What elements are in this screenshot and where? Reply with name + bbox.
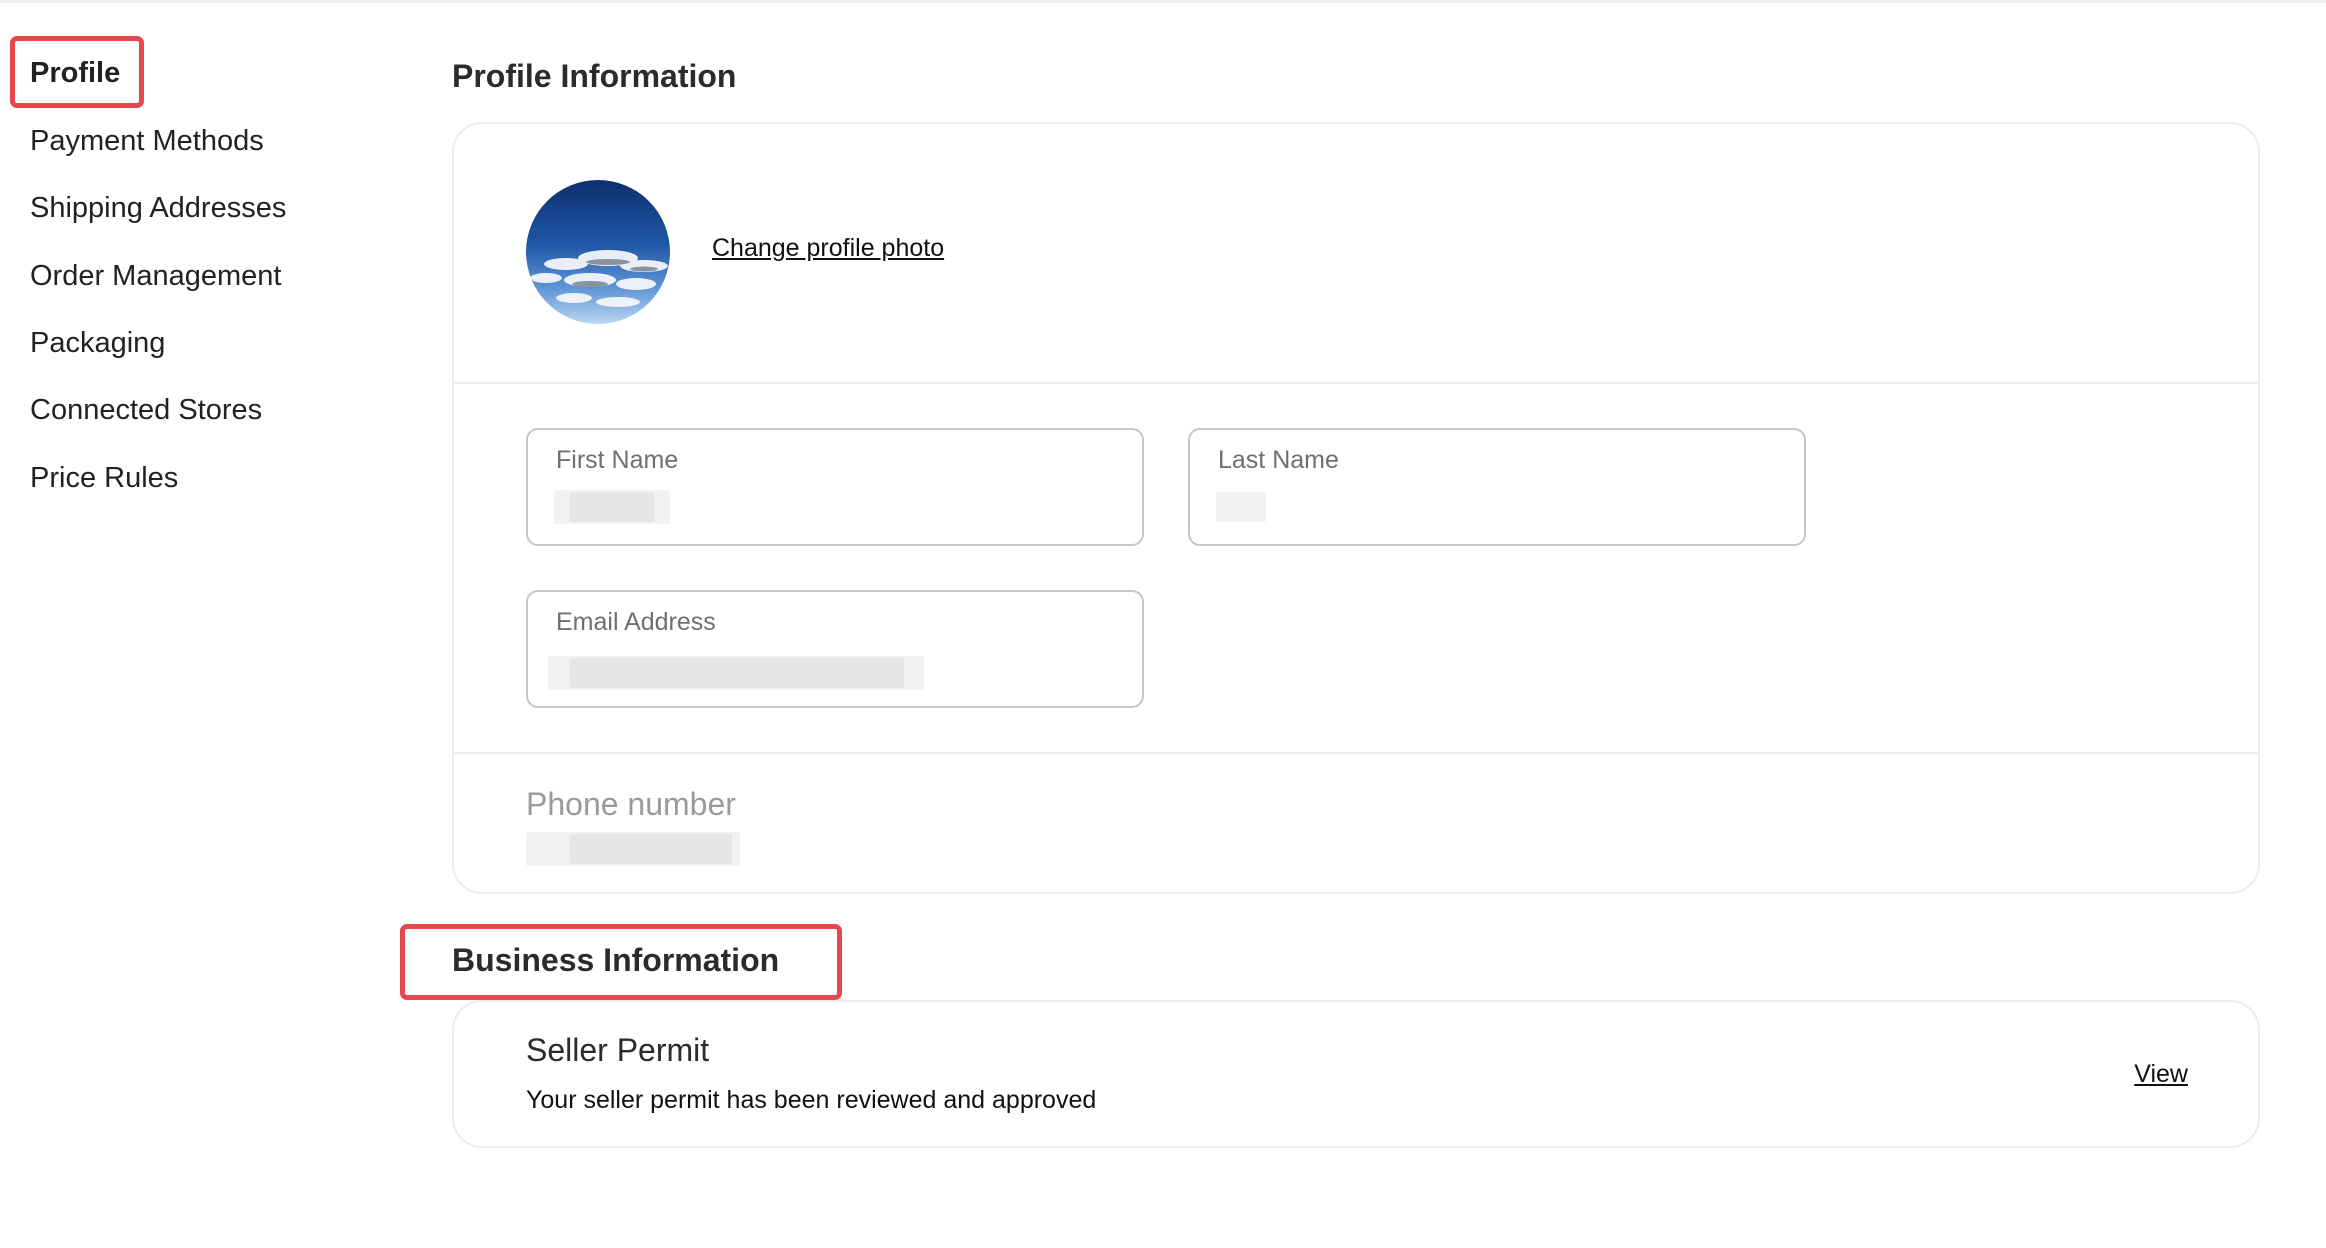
- sidebar-item-packaging[interactable]: Packaging: [30, 326, 165, 360]
- sidebar-item-payment-methods[interactable]: Payment Methods: [30, 124, 264, 158]
- sidebar-item-order-management[interactable]: Order Management: [30, 259, 281, 293]
- redacted-value: [570, 658, 904, 688]
- business-section-title: Business Information: [452, 942, 780, 978]
- email-address-label: Email Address: [556, 608, 716, 636]
- sidebar-item-shipping-addresses[interactable]: Shipping Addresses: [30, 191, 286, 225]
- sidebar-item-price-rules[interactable]: Price Rules: [30, 461, 178, 495]
- profile-card: Change profile photo First Name Last Nam…: [452, 122, 2260, 894]
- first-name-field[interactable]: First Name: [526, 428, 1144, 546]
- card-divider: [454, 382, 2258, 384]
- change-profile-photo-link[interactable]: Change profile photo: [712, 234, 944, 263]
- card-divider: [454, 752, 2258, 754]
- avatar[interactable]: [526, 180, 670, 324]
- business-card: Seller Permit Your seller permit has bee…: [452, 1000, 2260, 1148]
- profile-section-title: Profile Information: [452, 58, 737, 94]
- phone-number-label: Phone number: [526, 786, 736, 822]
- seller-permit-title: Seller Permit: [526, 1032, 710, 1068]
- redacted-value: [570, 834, 732, 864]
- first-name-label: First Name: [556, 446, 679, 474]
- sidebar-item-profile[interactable]: Profile: [30, 56, 120, 90]
- sidebar-item-connected-stores[interactable]: Connected Stores: [30, 393, 262, 427]
- seller-permit-status: Your seller permit has been reviewed and…: [526, 1086, 1097, 1114]
- view-seller-permit-link[interactable]: View: [2134, 1060, 2188, 1089]
- sky-clouds-photo-icon: [526, 180, 670, 324]
- redacted-value: [1216, 492, 1266, 522]
- redacted-value: [570, 492, 654, 522]
- top-divider: [0, 0, 2326, 3]
- last-name-label: Last Name: [1218, 446, 1339, 474]
- last-name-field[interactable]: Last Name: [1188, 428, 1806, 546]
- email-address-field[interactable]: Email Address: [526, 590, 1144, 708]
